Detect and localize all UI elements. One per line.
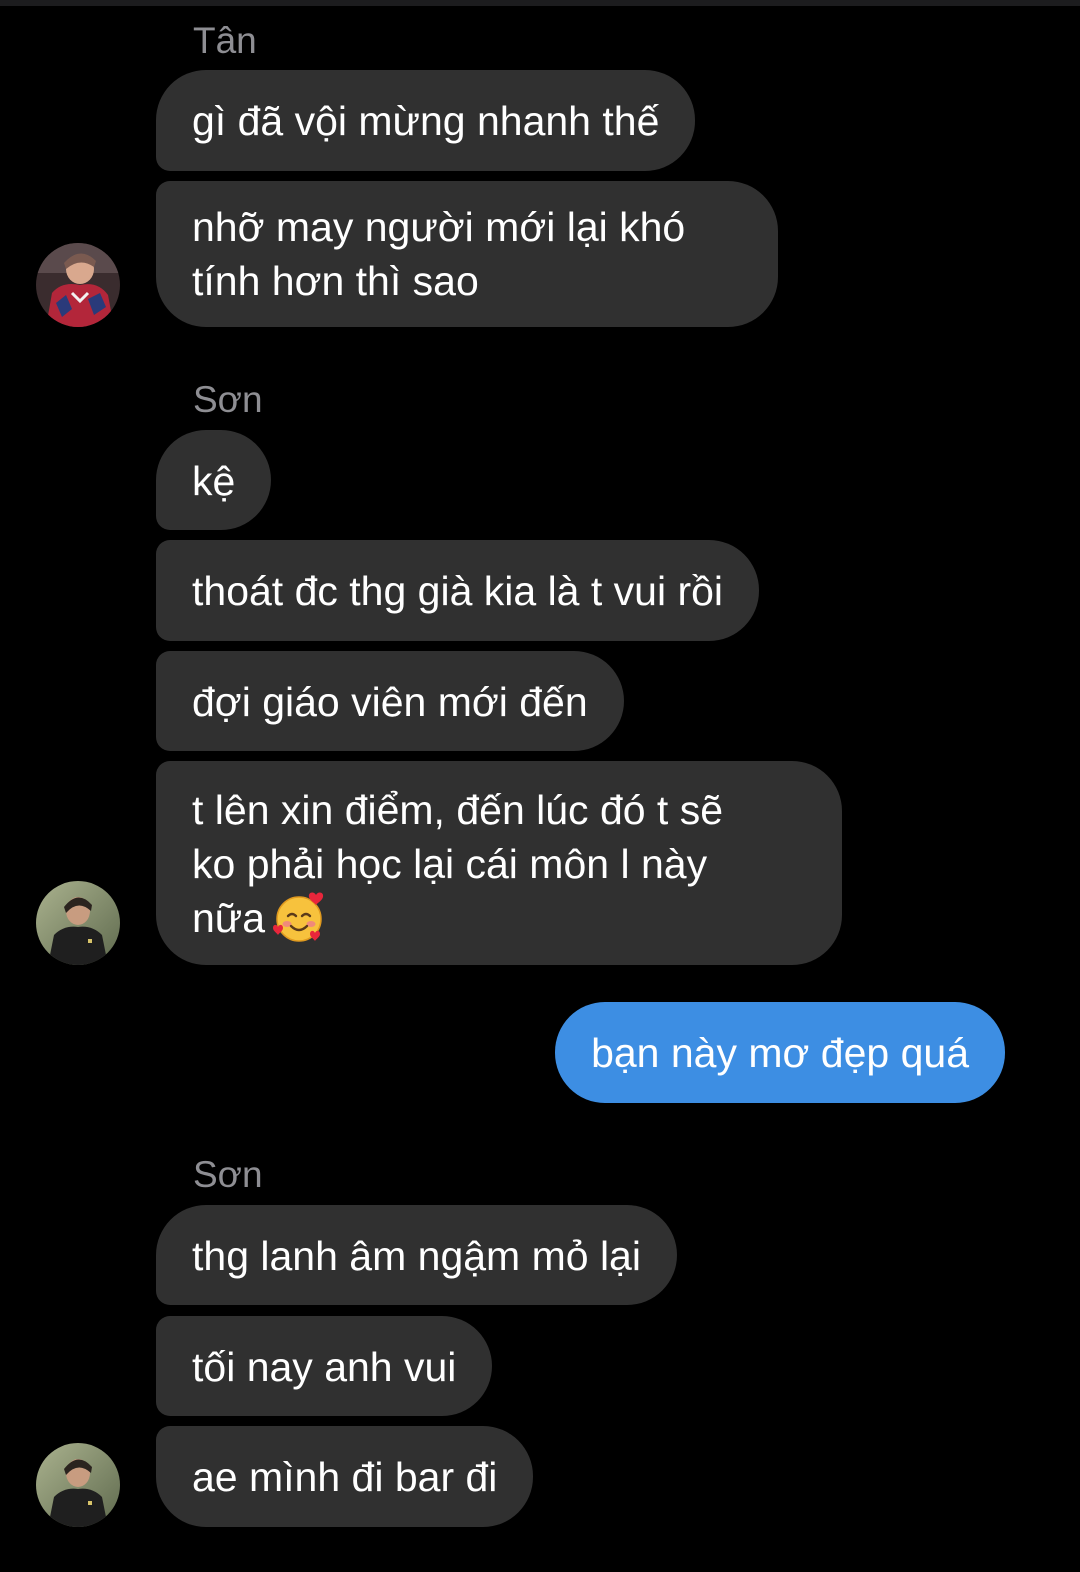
message-text-line: t lên xin điểm, đến lúc đó t sẽ: [192, 787, 724, 833]
avatar-son[interactable]: [36, 1443, 120, 1527]
message-text: thoát đc thg già kia là t vui rồi: [192, 568, 724, 614]
sender-name-tan: Tân: [193, 20, 257, 61]
message-bubble[interactable]: tối nay anh vui: [156, 1316, 493, 1416]
avatar-tan[interactable]: [36, 243, 120, 327]
sender-name-son: Sơn: [193, 1154, 263, 1195]
message-bubble[interactable]: t lên xin điểm, đến lúc đó t sẽ ko phải …: [156, 761, 842, 965]
message-text-line: ko phải học lại cái môn l này: [192, 841, 708, 887]
message-bubble[interactable]: nhỡ may người mới lại khó tính hơn thì s…: [156, 181, 778, 327]
message-bubble[interactable]: ae mình đi bar đi: [156, 1426, 534, 1527]
outgoing-message-bubble[interactable]: bạn này mơ đẹp quá: [555, 1002, 1005, 1103]
avatar-son-icon: [36, 1443, 120, 1527]
message-text: tối nay anh vui: [192, 1344, 457, 1390]
smiling-face-with-hearts-emoji-icon: [271, 889, 327, 945]
message-bubble[interactable]: thg lanh âm ngậm mỏ lại: [156, 1205, 677, 1305]
message-text-line-with-emoji: nữa: [192, 891, 806, 949]
avatar-tan-icon: [36, 243, 120, 327]
sender-name-son: Sơn: [193, 379, 263, 420]
avatar-son-icon: [36, 881, 120, 965]
top-edge: [0, 0, 1080, 6]
message-bubble[interactable]: đợi giáo viên mới đến: [156, 651, 624, 751]
message-bubble[interactable]: thoát đc thg già kia là t vui rồi: [156, 540, 760, 641]
message-text: đợi giáo viên mới đến: [192, 679, 588, 725]
avatar-son[interactable]: [36, 881, 120, 965]
message-text-line: nữa: [192, 895, 266, 941]
message-text: ae mình đi bar đi: [192, 1454, 498, 1500]
message-bubble[interactable]: gì đã vội mừng nhanh thế: [156, 70, 696, 171]
message-text-line: tính hơn thì sao: [192, 258, 479, 304]
message-text-line: nhỡ may người mới lại khó: [192, 204, 686, 250]
message-bubble[interactable]: kệ: [156, 430, 272, 530]
message-text: bạn này mơ đẹp quá: [591, 1030, 969, 1076]
message-text: gì đã vội mừng nhanh thế: [192, 98, 660, 144]
message-text: kệ: [192, 458, 236, 504]
message-text: thg lanh âm ngậm mỏ lại: [192, 1233, 641, 1279]
